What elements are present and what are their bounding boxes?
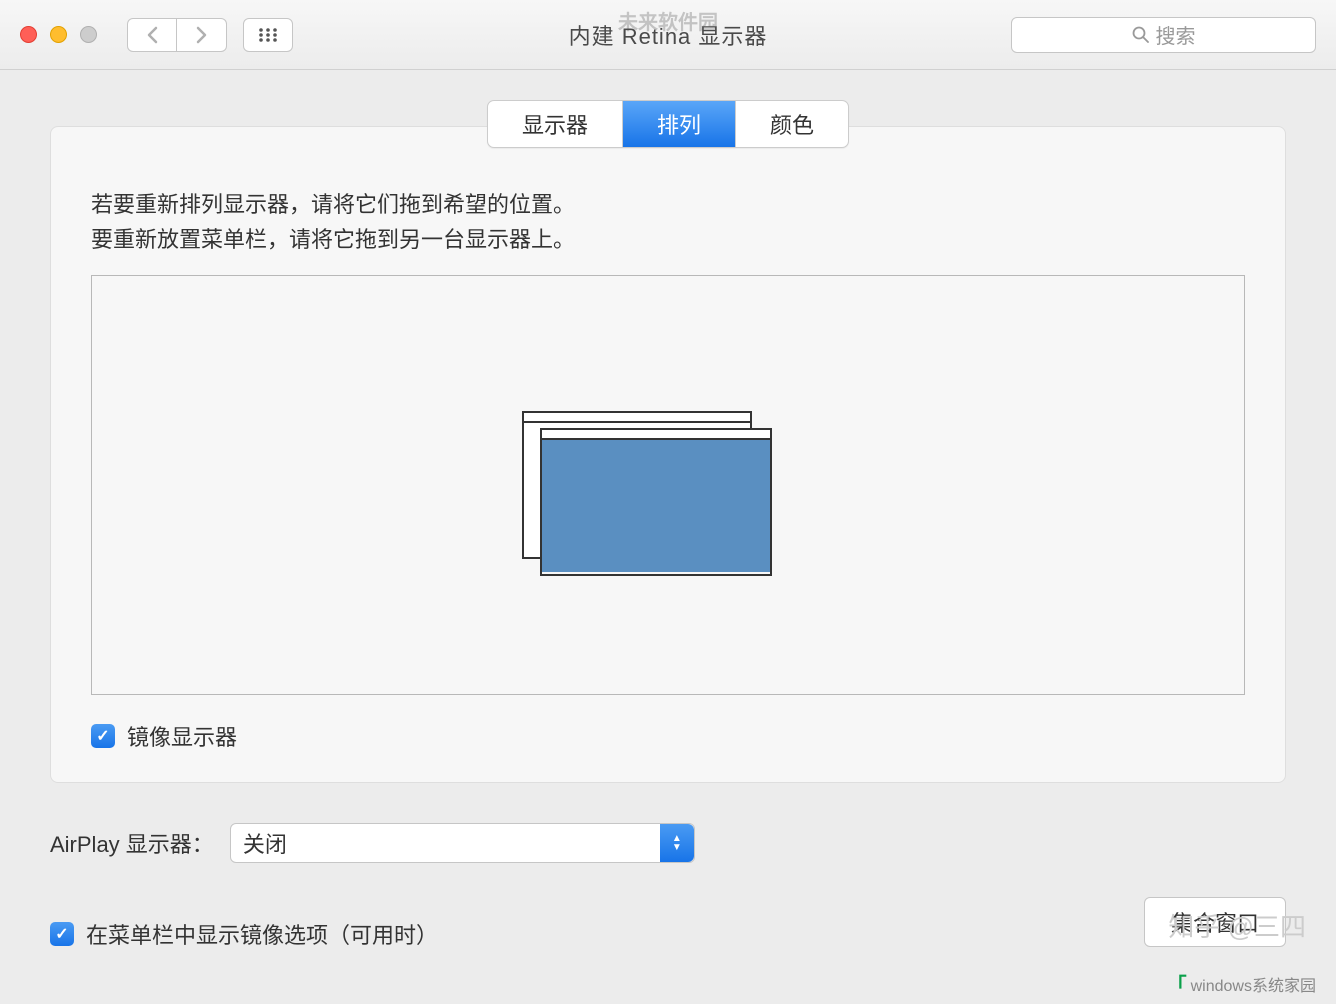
display-menubar-front[interactable] <box>542 430 770 440</box>
display-menubar-back <box>524 413 750 423</box>
mirror-checkbox[interactable]: ✓ <box>91 724 115 748</box>
menubar-mirror-checkbox[interactable]: ✓ <box>50 922 74 946</box>
tab-arrangement[interactable]: 排列 <box>623 101 736 147</box>
nav-buttons <box>127 18 227 52</box>
menubar-mirror-label: 在菜单栏中显示镜像选项（可用时） <box>86 918 438 950</box>
tab-color[interactable]: 颜色 <box>736 101 848 147</box>
arrangement-panel: 若要重新排列显示器，请将它们拖到希望的位置。 要重新放置菜单栏，请将它拖到另一台… <box>50 126 1286 783</box>
display-primary[interactable] <box>540 428 772 576</box>
instructions: 若要重新排列显示器，请将它们拖到希望的位置。 要重新放置菜单栏，请将它拖到另一台… <box>91 187 1245 257</box>
airplay-value: 关闭 <box>243 827 287 859</box>
airplay-select[interactable]: 关闭 ▲▼ <box>230 823 695 863</box>
select-arrows-icon: ▲▼ <box>660 824 694 862</box>
search-input[interactable]: 搜索 <box>1011 17 1316 53</box>
traffic-lights <box>20 26 97 43</box>
display-screen <box>542 440 770 572</box>
grid-icon <box>258 27 278 43</box>
search-icon <box>1132 26 1150 44</box>
watermark-top: 未来软件园 <box>618 6 718 35</box>
instruction-line-2: 要重新放置菜单栏，请将它拖到另一台显示器上。 <box>91 222 1245 257</box>
back-button[interactable] <box>127 18 177 52</box>
forward-button[interactable] <box>177 18 227 52</box>
display-arrangement-area[interactable] <box>91 275 1245 695</box>
airplay-label: AirPlay 显示器： <box>50 827 214 859</box>
watermark-bottom: 「 windows系统家园 <box>1167 969 1316 998</box>
minimize-window-button[interactable] <box>50 26 67 43</box>
show-all-button[interactable] <box>243 18 293 52</box>
instruction-line-1: 若要重新排列显示器，请将它们拖到希望的位置。 <box>91 187 1245 222</box>
airplay-row: AirPlay 显示器： 关闭 ▲▼ <box>50 823 1286 863</box>
tab-display[interactable]: 显示器 <box>488 101 623 147</box>
watermark-right: 知乎 @三四 <box>1168 907 1306 944</box>
bottom-row: ✓ 在菜单栏中显示镜像选项（可用时） 集合窗口 <box>50 893 1286 950</box>
zoom-window-button <box>80 26 97 43</box>
search-placeholder: 搜索 <box>1156 20 1196 49</box>
mirror-checkbox-row: ✓ 镜像显示器 <box>91 720 1245 752</box>
mirror-label: 镜像显示器 <box>127 720 237 752</box>
tab-bar: 显示器 排列 颜色 <box>50 100 1286 148</box>
close-window-button[interactable] <box>20 26 37 43</box>
